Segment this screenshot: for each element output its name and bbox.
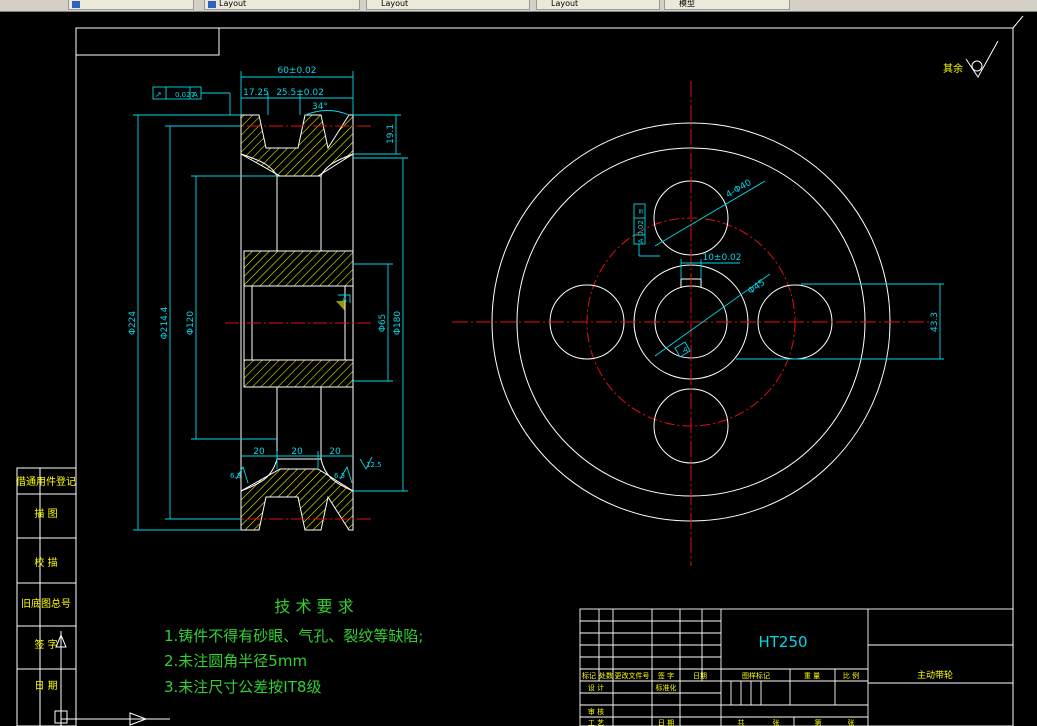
left-column: 借通用件登记 描 图 校 描 旧底图总号 签 字 日 期 [16,467,77,726]
dim-key-depth: 43.3 [930,312,940,332]
hdr-sign: 签 字 [658,671,674,680]
dim-angle: 34° [312,102,328,112]
sheets-label: 共 [738,718,745,726]
material: HT250 [758,633,807,651]
design-label: 设 计 [588,683,604,692]
dim-d1: 17.25 [243,88,269,98]
tab-layout-1[interactable]: Layout [204,0,360,10]
note-3: 3.未注尺寸公差按IT8级 [164,678,321,696]
review-label: 审 核 [588,707,604,716]
cad-drawing[interactable]: 借通用件登记 描 图 校 描 旧底图总号 签 字 日 期 60±0.02 17.… [0,11,1037,726]
runout-icon: ↗ [155,90,162,99]
hdr-date: 日期 [693,672,707,680]
sheet-of-label: 张 [773,718,780,726]
hdr-change-doc: 更改文件号 [615,671,650,680]
dim-d2: 25.5±0.02 [276,88,324,98]
roughness-6-3-b: 6.3 [334,472,345,480]
left-cell-5: 日 期 [34,680,57,692]
note-1: 1.铸件不得有砂眼、气孔、裂纹等缺陷; [164,627,423,645]
dim-hole-spec: 4-Φ40 [725,178,754,201]
roughness-6-3-a: 6.3 [230,472,241,480]
ucs-icon [54,631,170,726]
dim-bore-dia: Φ45 [746,278,767,297]
roughness-12-5: 12.5 [366,461,382,469]
hdr-count: 处数 [599,671,613,680]
dim-width-20b: 20 [291,447,303,457]
tab-layout-3[interactable]: Layout [536,0,660,10]
left-cell-4: 签 字 [34,638,57,651]
dim-dia-180: Φ180 [393,311,403,336]
note-2: 2.未注圆角半径5mm [164,652,307,670]
tab-model[interactable]: 模型 [664,0,790,10]
roughness-label: 其余 [943,62,963,75]
sym-tol: 0.02 [637,220,645,236]
process-label: 工 艺 [588,719,604,726]
section-view [225,114,372,531]
title-block-text: HT250 主动带轮 标记 处数 更改文件号 签 字 日期 设 计 标准化 审 … [582,633,953,726]
left-cell-3: 旧底图总号 [21,597,71,610]
dim-keyway: 10±0.02 [702,253,741,263]
dim-groove-depth: 19.1 [386,124,396,144]
dim-width-20c: 20 [329,447,341,457]
left-cell-2: 校 描 [34,556,57,569]
sheet-suffix-label: 张 [848,718,855,726]
dim-overall-width: 60±0.02 [277,66,316,76]
tab-layout-2[interactable]: Layout [366,0,530,10]
notes-title: 技 术 要 求 [274,597,353,616]
dim-dia-224: Φ224 [128,311,138,336]
roughness-symbol: 其余 [943,40,999,78]
sym-ref: A [637,238,645,243]
sheet-no-label: 第 [815,718,822,726]
dim-width-20a: 20 [253,447,265,457]
left-cell-0: 借通用件登记 [16,475,76,488]
drawing-frame [75,15,1024,726]
scale-label: 比 例 [843,671,859,680]
date-label: 日 期 [658,719,674,726]
technical-notes: 技 术 要 求 1.铸件不得有砂眼、气孔、裂纹等缺陷; 2.未注圆角半径5mm … [164,597,423,696]
dim-dia-65: Φ65 [378,314,388,333]
document-icon [72,1,80,8]
standardize-label: 标准化 [656,683,677,692]
title-block [579,608,1014,726]
left-cell-1: 描 图 [34,507,57,520]
runout-ref: A [193,91,198,99]
tab-0[interactable] [68,0,194,10]
sym-symbol: ≡ [637,208,645,214]
dim-dia-120: Φ120 [186,311,196,336]
front-view [452,81,930,566]
datum-a: A [342,296,347,304]
part-name: 主动带轮 [917,669,953,681]
front-dimensions [633,180,944,360]
layout-icon [208,1,216,8]
weight-label: 重 量 [804,672,820,680]
front-datum-a: A [683,346,688,354]
hdr-mark: 标记 [582,671,596,680]
dim-dia-214: Φ214.4 [160,306,170,339]
stage-mark-label: 图样标记 [742,671,770,680]
